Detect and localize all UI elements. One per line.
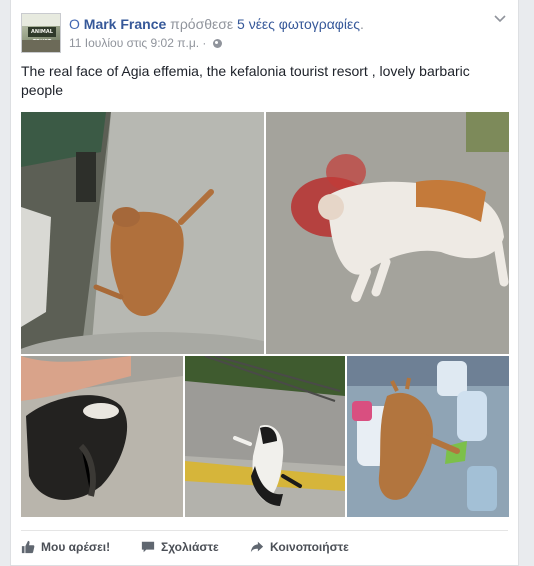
photo-dead-cat-blood <box>266 112 509 354</box>
share-label: Κοινοποιήστε <box>270 540 349 554</box>
post-title-line: Ο Mark France πρόσθεσε 5 νέες φωτογραφίε… <box>69 15 364 33</box>
actions-divider <box>21 530 508 531</box>
photo-2[interactable] <box>266 112 509 354</box>
photo-count-link[interactable]: 5 νέες φωτογραφίες <box>237 16 360 32</box>
author-name-link[interactable]: Mark France <box>84 16 166 32</box>
comment-icon <box>141 541 155 553</box>
photo-dead-cat-road <box>21 112 264 354</box>
photo-1[interactable] <box>21 112 264 354</box>
author-avatar[interactable]: ANIMAL TRUST <box>21 13 61 53</box>
feed-post: ANIMAL TRUST Ο Mark France πρόσθεσε 5 νέ… <box>10 0 519 566</box>
post-header: ANIMAL TRUST Ο Mark France πρόσθεσε 5 νέ… <box>21 13 508 53</box>
photo-cat-in-trash <box>347 356 509 517</box>
post-action-suffix: . <box>359 16 364 32</box>
like-button[interactable]: Μου αρέσει! <box>21 536 110 558</box>
post-actions-bar: Μου αρέσει! Σχολιάστε Κοινοποιήστε <box>21 536 508 558</box>
photo-injured-black-cat <box>21 356 183 517</box>
like-label: Μου αρέσει! <box>41 540 111 554</box>
post-action-text: πρόσθεσε <box>170 16 234 32</box>
title-prefix: Ο <box>69 16 80 32</box>
globe-icon[interactable] <box>212 39 222 48</box>
post-text: The real face of Agia effemia, the kefal… <box>21 63 470 98</box>
photo-4[interactable] <box>185 356 345 517</box>
comment-label: Σχολιάστε <box>161 540 219 554</box>
thumbs-up-icon <box>21 540 35 554</box>
meta-separator: · <box>202 36 207 50</box>
post-meta: 11 Ιουλίου στις 9:02 π.μ. · <box>69 35 222 51</box>
avatar-sign: ANIMAL TRUST <box>28 27 56 45</box>
photo-5[interactable] <box>347 356 509 517</box>
share-arrow-icon <box>250 541 264 553</box>
comment-button[interactable]: Σχολιάστε <box>141 536 219 558</box>
chevron-down-icon[interactable] <box>492 11 508 27</box>
photo-3[interactable] <box>21 356 183 517</box>
post-timestamp-link[interactable]: 11 Ιουλίου στις 9:02 π.μ. <box>69 36 199 50</box>
share-button[interactable]: Κοινοποιήστε <box>250 536 349 558</box>
photo-black-white-cat-curb <box>185 356 345 517</box>
